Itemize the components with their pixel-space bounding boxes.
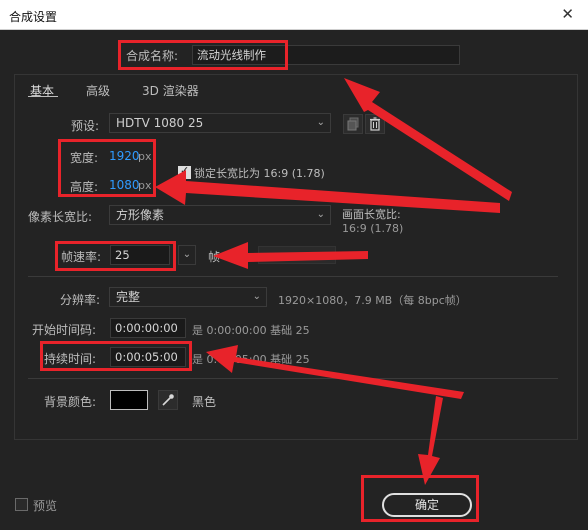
background-color-swatch[interactable] [110, 390, 148, 410]
pixel-aspect-value: 方形像素 [116, 208, 165, 222]
eyedropper-icon [162, 394, 174, 406]
save-preset-button[interactable] [343, 114, 363, 134]
divider [28, 276, 558, 277]
drop-frame-dropdown[interactable] [258, 246, 336, 264]
background-color-label: 背景颜色: [44, 395, 97, 409]
window-title: 合成设置 [9, 10, 58, 24]
resolution-dropdown[interactable]: 完整 ⌄ [109, 287, 267, 307]
lock-aspect-checkbox[interactable] [178, 164, 191, 179]
save-preset-icon [347, 117, 359, 131]
eyedropper-button[interactable] [158, 390, 178, 410]
resolution-label: 分辨率: [60, 293, 101, 307]
width-unit: px [138, 150, 152, 163]
frame-aspect-label: 画面长宽比: [342, 208, 401, 221]
start-timecode-info: 是 0:00:00:00 基础 25 [192, 324, 310, 337]
duration-label: 持续时间: [44, 352, 97, 366]
chevron-down-icon: ⌄ [252, 291, 261, 302]
duration-info: 是 0:00:05:00 基础 25 [192, 353, 310, 366]
duration-input[interactable]: 0:00:05:00 [110, 347, 186, 367]
active-tab-indicator [28, 96, 58, 97]
width-label: 宽度: [70, 151, 99, 165]
divider [28, 378, 558, 379]
frame-rate-dropdown-button[interactable]: ⌄ [178, 245, 196, 265]
frame-rate-unit: 帧 [208, 250, 221, 264]
resolution-info: 1920×1080，7.9 MB（每 8bpc帧） [278, 294, 467, 307]
preview-checkbox[interactable] [15, 498, 28, 511]
pixel-aspect-label: 像素长宽比: [28, 210, 93, 224]
frame-rate-input[interactable]: 25 [110, 245, 170, 265]
chevron-down-icon: ⌄ [182, 249, 192, 260]
preset-value: HDTV 1080 25 [116, 116, 204, 130]
ok-button[interactable]: 确定 [382, 493, 472, 517]
frame-aspect-value: 16:9 (1.78) [342, 222, 404, 235]
preview-label: 预览 [33, 499, 58, 513]
preset-label: 预设: [71, 119, 100, 133]
title-bar: 合成设置 ✕ [0, 0, 588, 30]
tab-advanced[interactable]: 高级 [86, 82, 110, 99]
composition-name-input[interactable]: 流动光线制作 [192, 45, 460, 65]
width-value[interactable]: 1920 [109, 149, 140, 163]
lock-aspect-label: 锁定长宽比为 16:9 (1.78) [194, 167, 325, 180]
delete-preset-button[interactable] [365, 114, 385, 134]
start-timecode-label: 开始时间码: [32, 323, 97, 337]
chevron-down-icon: ⌄ [316, 117, 325, 128]
height-label: 高度: [70, 180, 99, 194]
preset-dropdown[interactable]: HDTV 1080 25 ⌄ [109, 113, 331, 133]
height-value[interactable]: 1080 [109, 178, 140, 192]
close-icon[interactable]: ✕ [561, 6, 574, 22]
start-timecode-input[interactable]: 0:00:00:00 [110, 318, 186, 338]
trash-icon [370, 117, 380, 131]
composition-name-label: 合成名称: [126, 49, 179, 63]
background-color-name: 黑色 [192, 395, 217, 409]
tab-3d-renderer[interactable]: 3D 渲染器 [142, 82, 199, 99]
resolution-value: 完整 [116, 290, 141, 304]
frame-rate-label: 帧速率: [61, 250, 102, 264]
pixel-aspect-dropdown[interactable]: 方形像素 ⌄ [109, 205, 331, 225]
height-unit: px [138, 179, 152, 192]
chevron-down-icon: ⌄ [316, 209, 325, 220]
